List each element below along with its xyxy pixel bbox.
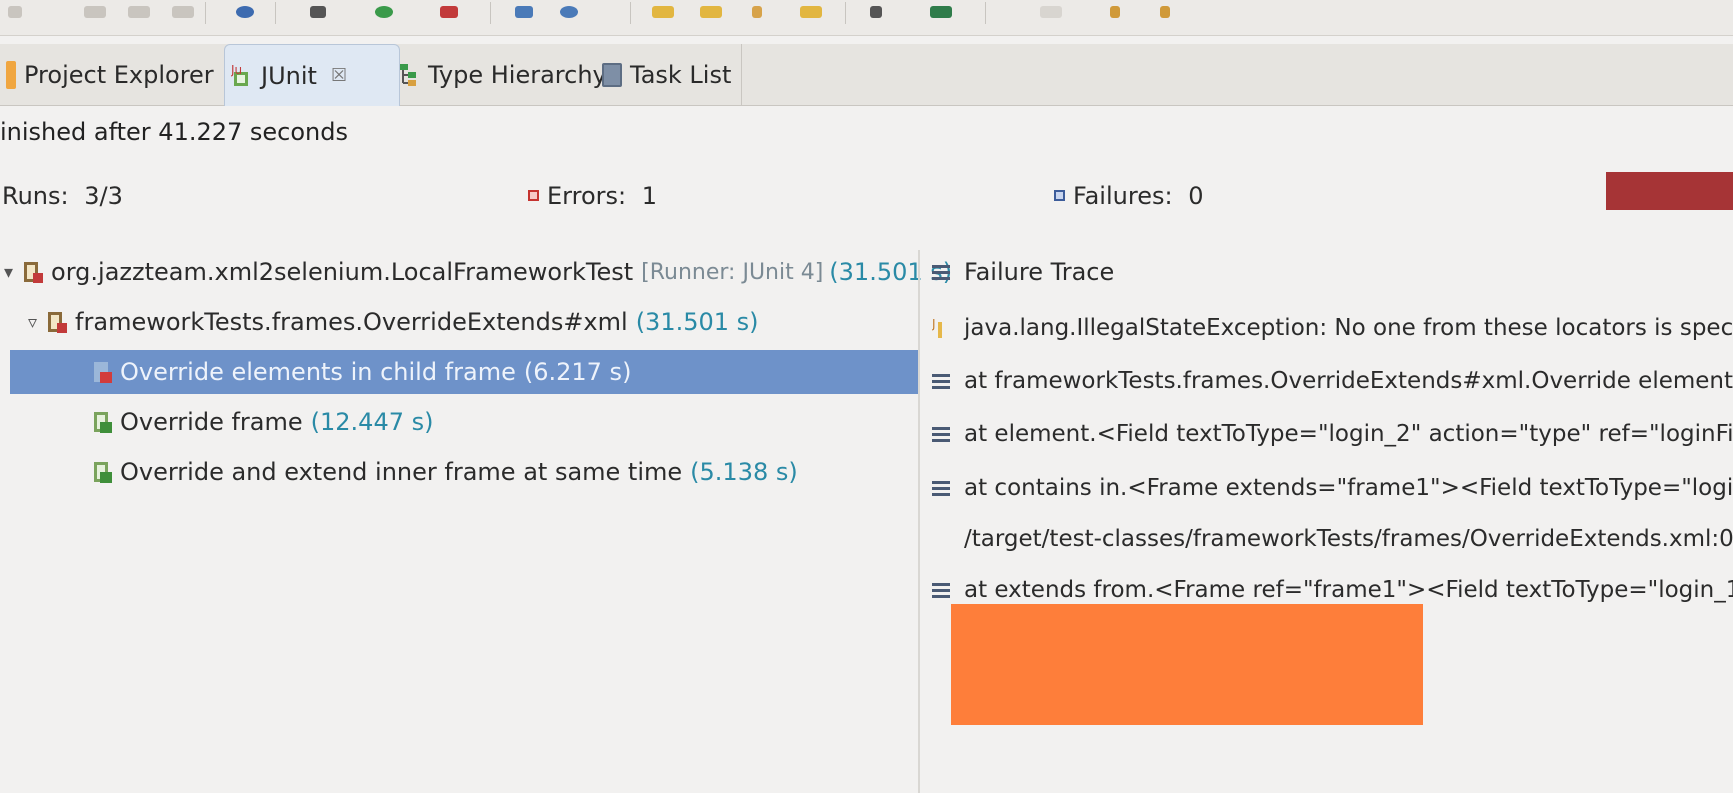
errors-label: Errors: bbox=[547, 182, 627, 210]
toolbar-button-icon[interactable] bbox=[84, 6, 106, 18]
svg-text:J: J bbox=[932, 317, 936, 331]
progress-bar bbox=[1606, 172, 1733, 210]
runs-counter: Runs: 3/3 bbox=[2, 182, 123, 210]
junit-icon: Ju bbox=[230, 63, 253, 88]
junit-counters: Runs: 3/3 Errors: 1 Failures: 0 bbox=[0, 172, 1733, 222]
toolbar-separator bbox=[845, 2, 846, 24]
edit-icon[interactable] bbox=[752, 6, 762, 18]
failures-counter: Failures: 0 bbox=[1054, 182, 1203, 210]
debug-icon[interactable] bbox=[236, 6, 254, 18]
stop-icon[interactable] bbox=[440, 6, 458, 18]
test-case-name: Override elements in child frame bbox=[120, 358, 516, 386]
expand-icon[interactable]: ▾ bbox=[4, 262, 13, 283]
trace-line-text: at frameworkTests.frames.OverrideExtends… bbox=[964, 368, 1733, 394]
trace-line[interactable]: J java.lang.IllegalStateException: No on… bbox=[931, 308, 1733, 348]
test-error-icon bbox=[92, 360, 114, 384]
open-icon[interactable] bbox=[560, 6, 578, 18]
tab-label: JUnit bbox=[261, 61, 317, 90]
runs-label: Runs: bbox=[2, 182, 69, 210]
type-hierarchy-icon bbox=[398, 62, 420, 88]
tab-project-explorer[interactable]: Project Explorer bbox=[6, 44, 220, 106]
exception-icon: J bbox=[931, 316, 950, 340]
folder-icon[interactable] bbox=[700, 6, 722, 18]
group-time: (31.501 s) bbox=[635, 308, 759, 336]
toolbar-separator bbox=[490, 2, 491, 24]
failure-icon bbox=[1054, 190, 1065, 201]
arrow-icon[interactable] bbox=[1110, 6, 1120, 18]
suite-error-icon bbox=[47, 309, 69, 335]
toolbar-separator bbox=[985, 2, 986, 24]
expand-icon[interactable]: ▿ bbox=[28, 312, 37, 333]
tab-type-hierarchy[interactable]: Type Hierarchy bbox=[398, 44, 607, 106]
project-explorer-icon bbox=[6, 61, 16, 89]
failures-label: Failures: bbox=[1073, 182, 1173, 210]
tab-junit[interactable]: Ju JUnit ☒ bbox=[224, 44, 400, 106]
toolbar-button-icon[interactable] bbox=[128, 6, 150, 18]
error-icon bbox=[528, 190, 539, 201]
toolbar-button-icon[interactable] bbox=[172, 6, 194, 18]
main-toolbar bbox=[0, 0, 1733, 36]
stack-trace-icon bbox=[932, 262, 950, 283]
tree-suite-row[interactable]: ▾ org.jazzteam.xml2selenium.LocalFramewo… bbox=[0, 250, 952, 294]
sync-icon[interactable] bbox=[930, 6, 952, 18]
toolbar-separator bbox=[275, 2, 276, 24]
suite-runner: [Runner: JUnit 4] bbox=[641, 259, 824, 285]
test-case-row[interactable]: Override frame (12.447 s) bbox=[92, 400, 433, 444]
view-tab-strip: Project Explorer Ju JUnit ☒ Type Hierarc… bbox=[0, 44, 1733, 106]
test-case-time: (12.447 s) bbox=[310, 408, 434, 436]
trace-line-text: at element.<Field textToType="login_2" a… bbox=[964, 421, 1733, 447]
group-name: frameworkTests.frames.OverrideExtends#xm… bbox=[75, 308, 628, 336]
runs-value: 3/3 bbox=[84, 182, 123, 210]
svg-text:Ju: Ju bbox=[231, 64, 242, 77]
errors-counter: Errors: 1 bbox=[528, 182, 657, 210]
folder-icon[interactable] bbox=[800, 6, 822, 18]
tab-label: Project Explorer bbox=[24, 61, 214, 89]
trace-line[interactable]: at contains in.<Frame extends="frame1"><… bbox=[932, 468, 1733, 508]
toolbar-button-icon[interactable] bbox=[8, 6, 22, 18]
test-passed-icon bbox=[92, 410, 114, 434]
trace-line-text: at extends from.<Frame ref="frame1"><Fie… bbox=[964, 577, 1733, 603]
stack-frame-icon bbox=[932, 580, 950, 601]
toolbar-separator bbox=[205, 2, 206, 24]
trace-line-text: /target/test-classes/frameworkTests/fram… bbox=[964, 526, 1733, 552]
failure-trace-title: Failure Trace bbox=[964, 258, 1115, 286]
test-passed-icon bbox=[92, 460, 114, 484]
failures-value: 0 bbox=[1188, 182, 1204, 210]
redaction-box bbox=[951, 604, 1423, 725]
test-case-row[interactable]: Override elements in child frame (6.217 … bbox=[10, 350, 918, 394]
toolbar-button-icon[interactable] bbox=[1040, 6, 1062, 18]
stack-frame-icon bbox=[932, 424, 950, 445]
suite-error-icon bbox=[23, 259, 45, 285]
task-list-icon bbox=[602, 63, 622, 87]
build-icon[interactable] bbox=[870, 6, 882, 18]
test-case-time: (6.217 s) bbox=[523, 358, 632, 386]
stack-frame-icon bbox=[932, 478, 950, 499]
arrow-icon[interactable] bbox=[1160, 6, 1170, 18]
test-tree: ▾ org.jazzteam.xml2selenium.LocalFramewo… bbox=[0, 250, 952, 793]
test-case-time: (5.138 s) bbox=[690, 458, 798, 486]
test-case-row[interactable]: Override and extend inner frame at same … bbox=[92, 450, 798, 494]
tab-label: Type Hierarchy bbox=[428, 61, 607, 89]
trace-line[interactable]: at frameworkTests.frames.OverrideExtends… bbox=[932, 361, 1733, 401]
close-icon[interactable]: ☒ bbox=[331, 65, 347, 86]
run-icon[interactable] bbox=[310, 6, 326, 18]
new-icon[interactable] bbox=[515, 6, 533, 18]
run-green-icon[interactable] bbox=[375, 6, 393, 18]
trace-line[interactable]: /target/test-classes/frameworkTests/fram… bbox=[964, 519, 1733, 559]
run-status-text: inished after 41.227 seconds bbox=[0, 118, 348, 146]
trace-line-text: at contains in.<Frame extends="frame1"><… bbox=[964, 475, 1733, 501]
tab-task-list[interactable]: Task List bbox=[602, 44, 742, 106]
folder-icon[interactable] bbox=[652, 6, 674, 18]
failure-trace-header: Failure Trace bbox=[932, 250, 1114, 294]
trace-line-text: java.lang.IllegalStateException: No one … bbox=[964, 315, 1733, 341]
test-case-name: Override and extend inner frame at same … bbox=[120, 458, 683, 486]
test-case-name: Override frame bbox=[120, 408, 303, 436]
suite-name: org.jazzteam.xml2selenium.LocalFramework… bbox=[51, 258, 634, 286]
trace-line[interactable]: at element.<Field textToType="login_2" a… bbox=[932, 414, 1733, 454]
tab-label: Task List bbox=[630, 61, 732, 89]
tree-group-row[interactable]: ▿ frameworkTests.frames.OverrideExtends#… bbox=[28, 300, 759, 344]
errors-value: 1 bbox=[641, 182, 658, 210]
stack-frame-icon bbox=[932, 371, 950, 392]
toolbar-separator bbox=[630, 2, 631, 24]
